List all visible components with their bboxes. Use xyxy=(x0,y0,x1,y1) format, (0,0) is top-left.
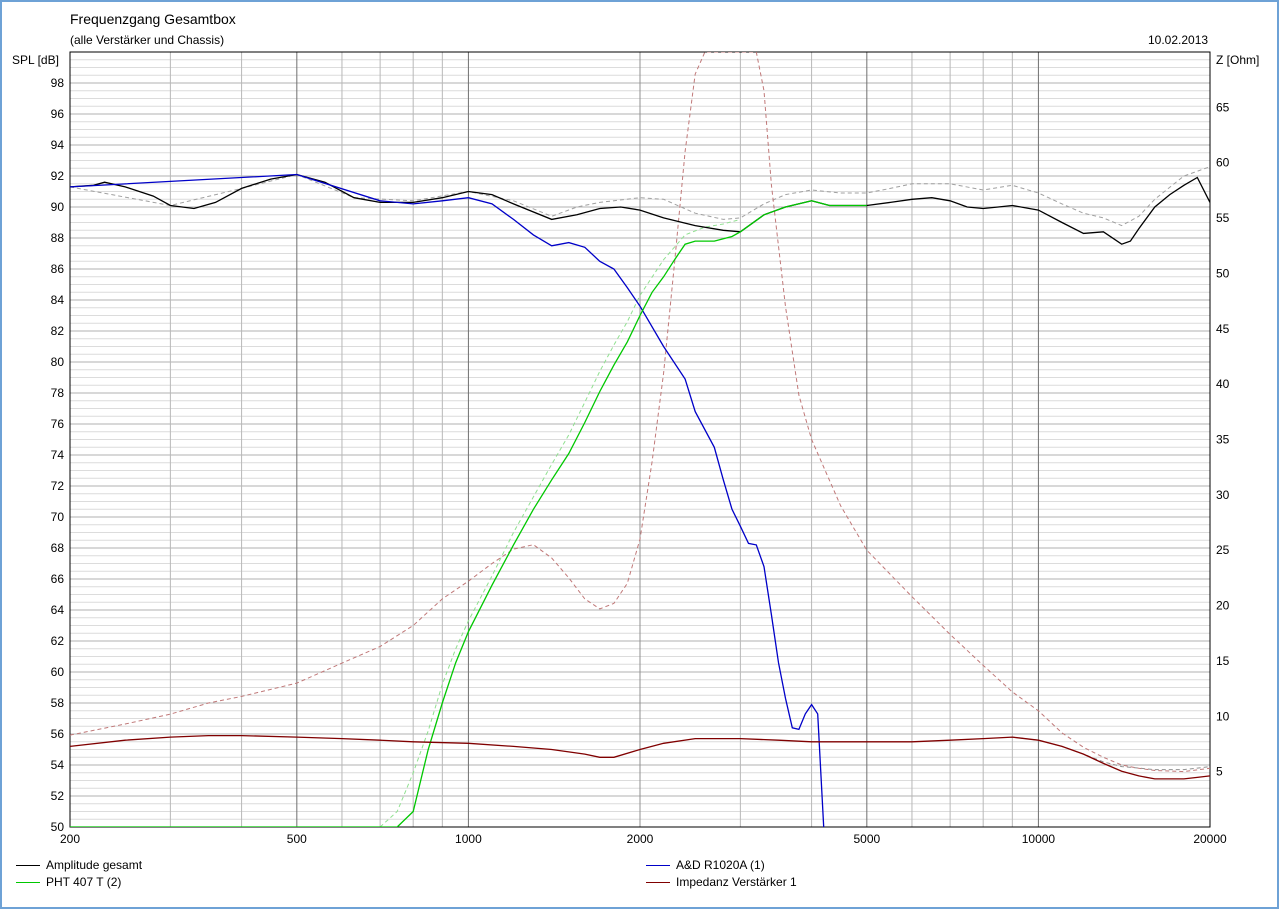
y-tick-label: 78 xyxy=(51,386,65,400)
legend-swatch xyxy=(16,864,40,866)
y-tick-label: 70 xyxy=(51,510,65,524)
legend-swatch xyxy=(16,881,40,883)
legend-label: Amplitude gesamt xyxy=(46,858,143,872)
legend-item: Amplitude gesamt xyxy=(16,858,142,872)
y-tick-label: 54 xyxy=(51,758,65,772)
y-tick-label: 92 xyxy=(51,169,65,183)
y-tick-label: 88 xyxy=(51,231,65,245)
y-tick-label: 56 xyxy=(51,727,65,741)
y-tick-label: 80 xyxy=(51,355,65,369)
legend-label: Impedanz Verstärker 1 xyxy=(676,875,797,889)
legend-swatch xyxy=(646,864,670,866)
y2-tick-label: 10 xyxy=(1216,709,1230,723)
y2-tick-label: 65 xyxy=(1216,100,1230,114)
y-tick-label: 84 xyxy=(51,293,65,307)
y-tick-label: 86 xyxy=(51,262,65,276)
x-tick-label: 10000 xyxy=(1022,832,1056,846)
x-tick-label: 20000 xyxy=(1193,832,1227,846)
y-tick-label: 68 xyxy=(51,541,65,555)
y2-tick-label: 45 xyxy=(1216,322,1230,336)
chart-window: Frequenzgang Gesamtbox (alle Verstärker … xyxy=(0,0,1279,909)
y-tick-label: 82 xyxy=(51,324,65,338)
legend-item: Impedanz Verstärker 1 xyxy=(646,875,797,889)
y-tick-label: 74 xyxy=(51,448,65,462)
legend-item: A&D R1020A (1) xyxy=(646,858,765,872)
x-tick-label: 2000 xyxy=(627,832,654,846)
x-tick-label: 200 xyxy=(60,832,80,846)
legend-label: A&D R1020A (1) xyxy=(676,858,765,872)
y2-tick-label: 15 xyxy=(1216,654,1230,668)
y2-tick-label: 30 xyxy=(1216,488,1230,502)
y-tick-label: 72 xyxy=(51,479,65,493)
legend-item: PHT 407 T (2) xyxy=(16,875,121,889)
x-tick-label: 1000 xyxy=(455,832,482,846)
y2-tick-label: 20 xyxy=(1216,599,1230,613)
y-tick-label: 64 xyxy=(51,603,65,617)
x-tick-label: 500 xyxy=(287,832,307,846)
y2-tick-label: 55 xyxy=(1216,211,1230,225)
y2-tick-label: 40 xyxy=(1216,377,1230,391)
y2-tick-label: 5 xyxy=(1216,765,1223,779)
y-tick-label: 76 xyxy=(51,417,65,431)
y-tick-label: 52 xyxy=(51,789,65,803)
y-tick-label: 96 xyxy=(51,107,65,121)
x-tick-label: 5000 xyxy=(853,832,880,846)
y2-tick-label: 50 xyxy=(1216,266,1230,280)
y-tick-label: 66 xyxy=(51,572,65,586)
y2-tick-label: 25 xyxy=(1216,543,1230,557)
y-tick-label: 58 xyxy=(51,696,65,710)
y2-tick-label: 35 xyxy=(1216,433,1230,447)
y-tick-label: 62 xyxy=(51,634,65,648)
y-tick-label: 98 xyxy=(51,76,65,90)
legend-label: PHT 407 T (2) xyxy=(46,875,122,889)
y-tick-label: 94 xyxy=(51,138,65,152)
frequency-response-plot: 50 52 54 56 58 60 62 64 66 68 70 72 74 76 78 80 82 84 86 88… xyxy=(51,51,1230,846)
y-tick-label: 60 xyxy=(51,665,65,679)
y-tick-label: 90 xyxy=(51,200,65,214)
legend-swatch xyxy=(646,881,670,883)
y2-tick-label: 60 xyxy=(1216,156,1230,170)
